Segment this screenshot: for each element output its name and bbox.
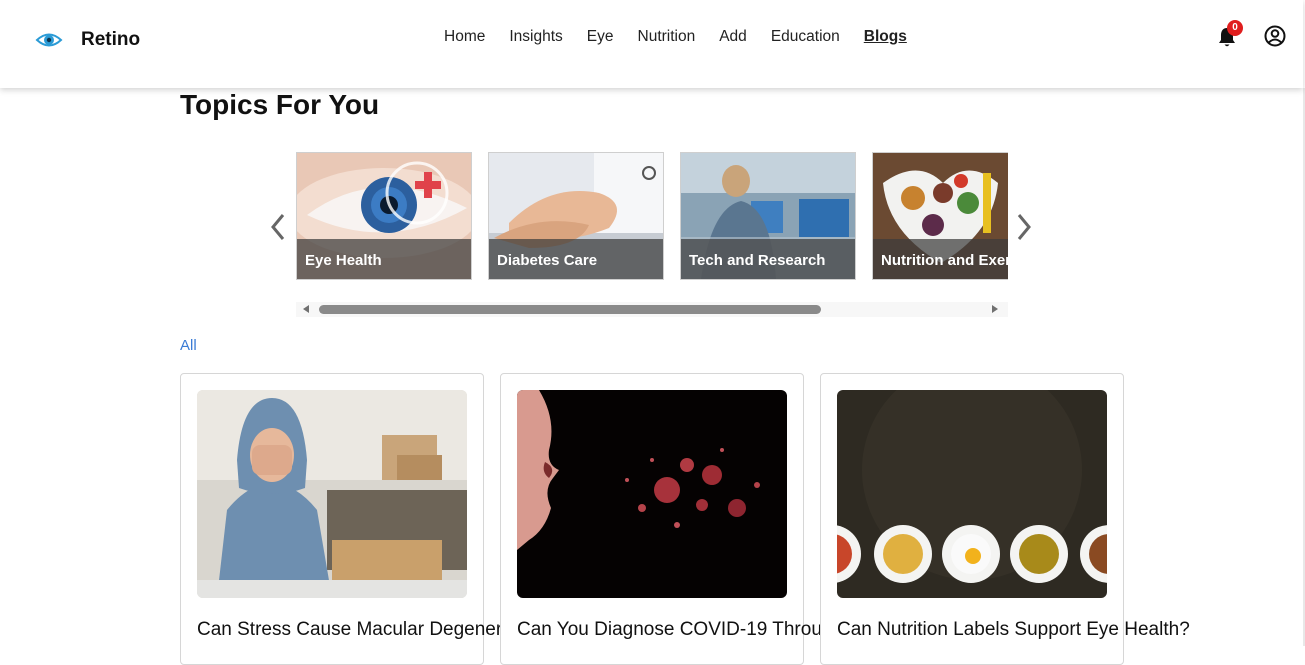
topic-card-diabetes-care[interactable]: Diabetes Care bbox=[488, 152, 664, 280]
topic-card-eye-health[interactable]: Eye Health bbox=[296, 152, 472, 280]
topics-carousel: Eye Health Diabetes Care Tech and Resear… bbox=[296, 152, 1008, 280]
blog-card[interactable]: Can You Diagnose COVID-19 Through Your E… bbox=[500, 373, 944, 665]
chevron-left-icon[interactable] bbox=[269, 212, 287, 242]
blog-image bbox=[517, 390, 787, 598]
eye-icon bbox=[35, 33, 63, 47]
topic-label: Diabetes Care bbox=[497, 252, 598, 269]
carousel-scrollbar[interactable] bbox=[296, 302, 1008, 317]
scrollbar-thumb[interactable] bbox=[319, 305, 821, 314]
filter-all-link[interactable]: All bbox=[180, 337, 197, 354]
user-circle-icon[interactable] bbox=[1264, 25, 1286, 47]
topic-label: Eye Health bbox=[305, 252, 382, 269]
nav-eye[interactable]: Eye bbox=[587, 27, 614, 47]
blog-image bbox=[197, 390, 467, 598]
scroll-left-arrow-icon[interactable] bbox=[303, 305, 309, 313]
nav-education[interactable]: Education bbox=[771, 27, 840, 47]
main-nav: Home Insights Eye Nutrition Add Educatio… bbox=[444, 27, 907, 47]
nav-add[interactable]: Add bbox=[719, 27, 747, 47]
topics-heading: Topics For You bbox=[180, 89, 380, 120]
topic-card-nutrition-exercise[interactable]: Nutrition and Exercise bbox=[872, 152, 1008, 280]
blog-card[interactable]: Can Nutrition Labels Support Eye Health? bbox=[820, 373, 1190, 665]
topic-card-tech-research[interactable]: Tech and Research bbox=[680, 152, 856, 280]
scroll-right-arrow-icon[interactable] bbox=[992, 305, 998, 313]
topic-label: Nutrition and Exercise bbox=[881, 252, 1008, 269]
nav-nutrition[interactable]: Nutrition bbox=[638, 27, 696, 47]
topic-label: Tech and Research bbox=[689, 252, 826, 269]
nav-blogs[interactable]: Blogs bbox=[864, 27, 907, 47]
nav-home[interactable]: Home bbox=[444, 27, 485, 47]
top-navbar: Retino Home Insights Eye Nutrition Add E… bbox=[0, 0, 1303, 88]
chevron-right-icon[interactable] bbox=[1015, 212, 1033, 242]
brand-name: Retino bbox=[81, 29, 141, 50]
notification-badge: 0 bbox=[1227, 20, 1243, 36]
blog-title[interactable]: Can Nutrition Labels Support Eye Health? bbox=[837, 619, 1190, 641]
brand[interactable]: Retino bbox=[35, 26, 140, 54]
nav-insights[interactable]: Insights bbox=[509, 27, 562, 47]
blog-card[interactable]: Can Stress Cause Macular Degeneration? bbox=[180, 373, 554, 665]
blog-image bbox=[837, 390, 1107, 598]
